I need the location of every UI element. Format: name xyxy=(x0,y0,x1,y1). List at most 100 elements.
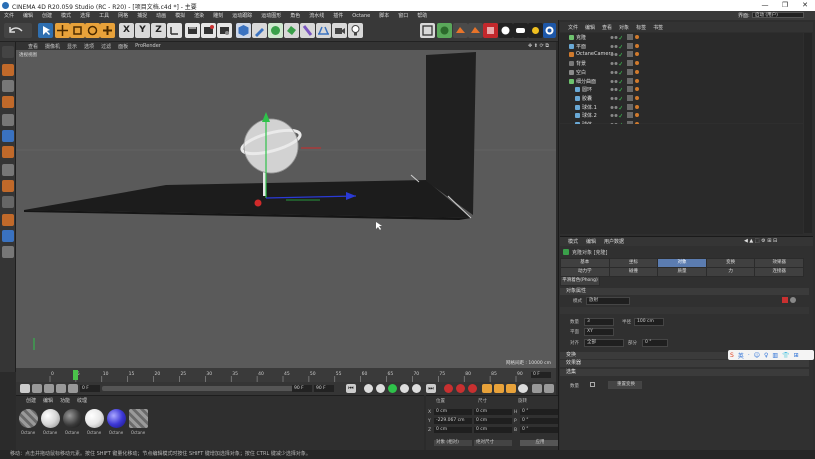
om-menu-tags[interactable]: 标签 xyxy=(636,24,646,31)
camera-icon[interactable] xyxy=(332,23,347,38)
material-swatch[interactable] xyxy=(85,409,104,428)
texture-mode-icon[interactable] xyxy=(2,80,14,92)
play-button[interactable] xyxy=(388,384,397,393)
array-icon[interactable] xyxy=(284,23,299,38)
viewport-menu-view[interactable]: 查看 xyxy=(28,43,38,50)
size-x-field[interactable]: 0 cm xyxy=(474,409,512,415)
ime-item[interactable]: 👕 xyxy=(782,352,789,359)
viewport-menu-prorender[interactable]: ProRender xyxy=(135,43,161,49)
object-row[interactable]: 圆环 xyxy=(560,85,803,94)
menu-animate[interactable]: 动画 xyxy=(156,12,166,19)
viewport-3d[interactable]: 透视视图 网格间距 : 10000 cm xyxy=(16,50,556,368)
menu-character[interactable]: 角色 xyxy=(290,12,300,19)
size-y-field[interactable]: 0 cm xyxy=(474,418,512,424)
visibility-toggle-icon[interactable] xyxy=(610,70,623,75)
material-menu-edit[interactable]: 编辑 xyxy=(43,397,53,404)
solo-icon[interactable] xyxy=(2,230,14,242)
playhead[interactable] xyxy=(73,370,79,380)
undo-icon[interactable] xyxy=(4,23,32,38)
start-angle-field[interactable]: 0 ° xyxy=(642,339,668,347)
attr-section-object[interactable]: 对象属性 xyxy=(560,288,809,295)
scale-tool-icon[interactable] xyxy=(70,23,85,38)
timeline-ruler[interactable]: 0 5 10 15 20 25 30 35 40 45 50 55 60 65 70 75 80 85 90 0 F xyxy=(16,368,556,382)
menu-create[interactable]: 创建 xyxy=(42,12,52,19)
y-axis-arrow-icon[interactable] xyxy=(262,112,270,122)
material-menu-function[interactable]: 功能 xyxy=(60,397,70,404)
make-editable-icon[interactable] xyxy=(2,46,14,58)
viewport-menu-filter[interactable]: 过滤 xyxy=(101,43,111,50)
material-menu-create[interactable]: 创建 xyxy=(26,397,36,404)
viewport-menu-display[interactable]: 显示 xyxy=(67,43,77,50)
rotation-b-field[interactable]: 0 ° xyxy=(520,427,558,433)
next-frame-icon[interactable] xyxy=(400,384,409,393)
material-swatch[interactable] xyxy=(19,409,38,428)
count-field[interactable]: 3 xyxy=(584,318,614,326)
viewport-menu-options[interactable]: 选项 xyxy=(84,43,94,50)
ime-item[interactable]: ♀ xyxy=(764,352,768,359)
object-tags[interactable] xyxy=(627,94,647,102)
z-axis-lock-icon[interactable]: Z xyxy=(151,23,166,38)
attr-menu-edit[interactable]: 编辑 xyxy=(586,238,596,245)
param-key-icon[interactable] xyxy=(518,384,528,393)
position-z-field[interactable]: 0 cm xyxy=(434,427,472,433)
material-swatch[interactable] xyxy=(107,409,126,428)
go-to-start-icon[interactable]: ⏮ xyxy=(346,384,356,393)
menu-render[interactable]: 渲染 xyxy=(194,12,204,19)
menu-script[interactable]: 脚本 xyxy=(379,12,389,19)
visibility-toggle-icon[interactable] xyxy=(610,79,623,84)
menu-mode[interactable]: 模式 xyxy=(61,12,71,19)
recent-tool-icon[interactable] xyxy=(100,23,115,38)
material-menu-texture[interactable]: 纹理 xyxy=(77,397,87,404)
preview-range-slider[interactable] xyxy=(102,386,307,391)
menu-snap[interactable]: 捕捉 xyxy=(137,12,147,19)
octane-camera-icon[interactable] xyxy=(513,23,528,38)
light-icon[interactable] xyxy=(348,23,363,38)
ime-item[interactable]: S xyxy=(730,352,734,359)
rotation-h-field[interactable]: 0 ° xyxy=(520,409,558,415)
material-swatch[interactable] xyxy=(41,409,60,428)
viewport-menu-camera[interactable]: 摄像机 xyxy=(45,43,60,50)
octane-render-icon[interactable] xyxy=(498,23,513,38)
object-list-empty-area[interactable] xyxy=(560,124,803,234)
om-menu-view[interactable]: 查看 xyxy=(602,24,612,31)
ime-item[interactable]: ⊞ xyxy=(794,352,799,359)
octane-live-viewer-icon[interactable] xyxy=(453,23,468,38)
y-axis-lock-icon[interactable]: Y xyxy=(135,23,150,38)
visibility-toggle-icon[interactable] xyxy=(610,113,623,118)
ime-item[interactable]: · xyxy=(748,352,750,359)
object-row[interactable]: 背景 xyxy=(560,59,803,68)
menu-select[interactable]: 选择 xyxy=(80,12,90,19)
align-select[interactable]: 全部 xyxy=(584,339,624,347)
coordinate-system-icon[interactable] xyxy=(167,23,182,38)
object-row[interactable]: 球体.2 xyxy=(560,111,803,120)
prev-key-icon[interactable] xyxy=(364,384,373,393)
point-level-icon[interactable] xyxy=(532,384,542,393)
layout-select[interactable]: 启动 (用户) xyxy=(752,12,804,18)
apply-button[interactable]: 应用 xyxy=(520,440,558,446)
paint-icon[interactable] xyxy=(2,246,14,258)
object-tags[interactable] xyxy=(627,34,647,41)
start-frame-field[interactable]: 0 F xyxy=(80,385,100,392)
ime-toolbar[interactable]: S 英 · ☺ ♀ ▥ 👕 ⊞ xyxy=(728,350,814,360)
move-tool-icon[interactable] xyxy=(55,23,70,38)
position-key-icon[interactable] xyxy=(56,384,66,393)
viewport-menu-panel[interactable]: 面板 xyxy=(118,43,128,50)
section-effectors[interactable]: 效果器 xyxy=(560,360,809,367)
timeline-menu-icon[interactable] xyxy=(544,384,554,393)
autokey-icon[interactable] xyxy=(32,384,42,393)
octane-texture-icon[interactable] xyxy=(543,23,556,38)
object-list-scrollbar[interactable] xyxy=(804,33,812,233)
material-swatch[interactable] xyxy=(129,409,148,428)
current-frame-field[interactable]: 0 F xyxy=(531,372,551,378)
menu-plugins[interactable]: 插件 xyxy=(333,12,343,19)
object-row[interactable]: 空白 xyxy=(560,68,803,77)
visibility-toggle-icon[interactable] xyxy=(610,35,623,40)
menu-mograph[interactable]: 运动图形 xyxy=(261,12,281,19)
octane-material-icon[interactable] xyxy=(483,23,498,38)
attr-tab[interactable]: 质量 xyxy=(657,267,707,277)
attr-subsection[interactable] xyxy=(560,307,809,314)
bottom-checkbox[interactable] xyxy=(590,382,595,387)
menu-help[interactable]: 帮助 xyxy=(417,12,427,19)
lock-icon[interactable] xyxy=(790,297,796,303)
material-swatch[interactable] xyxy=(63,409,82,428)
